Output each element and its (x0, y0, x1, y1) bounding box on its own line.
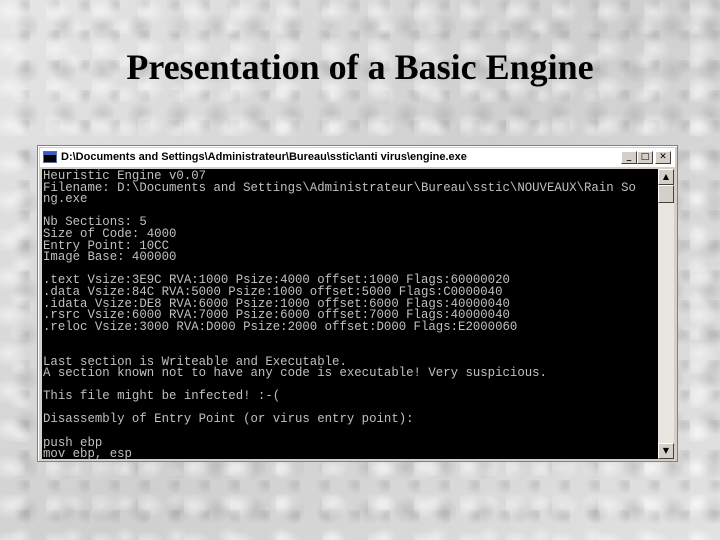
console-line: mov ebp, esp (43, 446, 132, 459)
console-icon[interactable] (43, 151, 57, 163)
console-window[interactable]: D:\Documents and Settings\Administrateur… (37, 145, 678, 462)
console-output[interactable]: Heuristic Engine v0.07 Filename: D:\Docum… (42, 169, 658, 459)
minimize-button[interactable]: _ (621, 151, 637, 164)
window-title: D:\Documents and Settings\Administrateur… (61, 151, 467, 163)
vertical-scrollbar[interactable]: ▲ ▼ (658, 169, 674, 459)
scroll-up-button[interactable]: ▲ (658, 169, 674, 185)
scroll-thumb[interactable] (658, 185, 674, 203)
window-titlebar[interactable]: D:\Documents and Settings\Administrateur… (40, 148, 675, 167)
console-line: ng.exe (43, 191, 88, 207)
console-line: A section known not to have any code is … (43, 365, 547, 381)
close-button[interactable]: ✕ (655, 151, 671, 164)
console-line: Filename: D:\Documents and Settings\Admi… (43, 179, 636, 195)
console-text: Heuristic Engine v0.07 Filename: D:\Docum… (43, 169, 636, 459)
scroll-down-button[interactable]: ▼ (658, 443, 674, 459)
console-line: Disassembly of Entry Point (or virus ent… (43, 411, 414, 427)
console-line: .reloc Vsize:3000 RVA:D000 Psize:2000 of… (43, 318, 518, 334)
console-line: Image Base: 400000 (43, 249, 177, 265)
slide-title: Presentation of a Basic Engine (126, 47, 594, 87)
console-line: This file might be infected! :-( (43, 388, 281, 404)
maximize-button[interactable]: □ (637, 151, 653, 164)
